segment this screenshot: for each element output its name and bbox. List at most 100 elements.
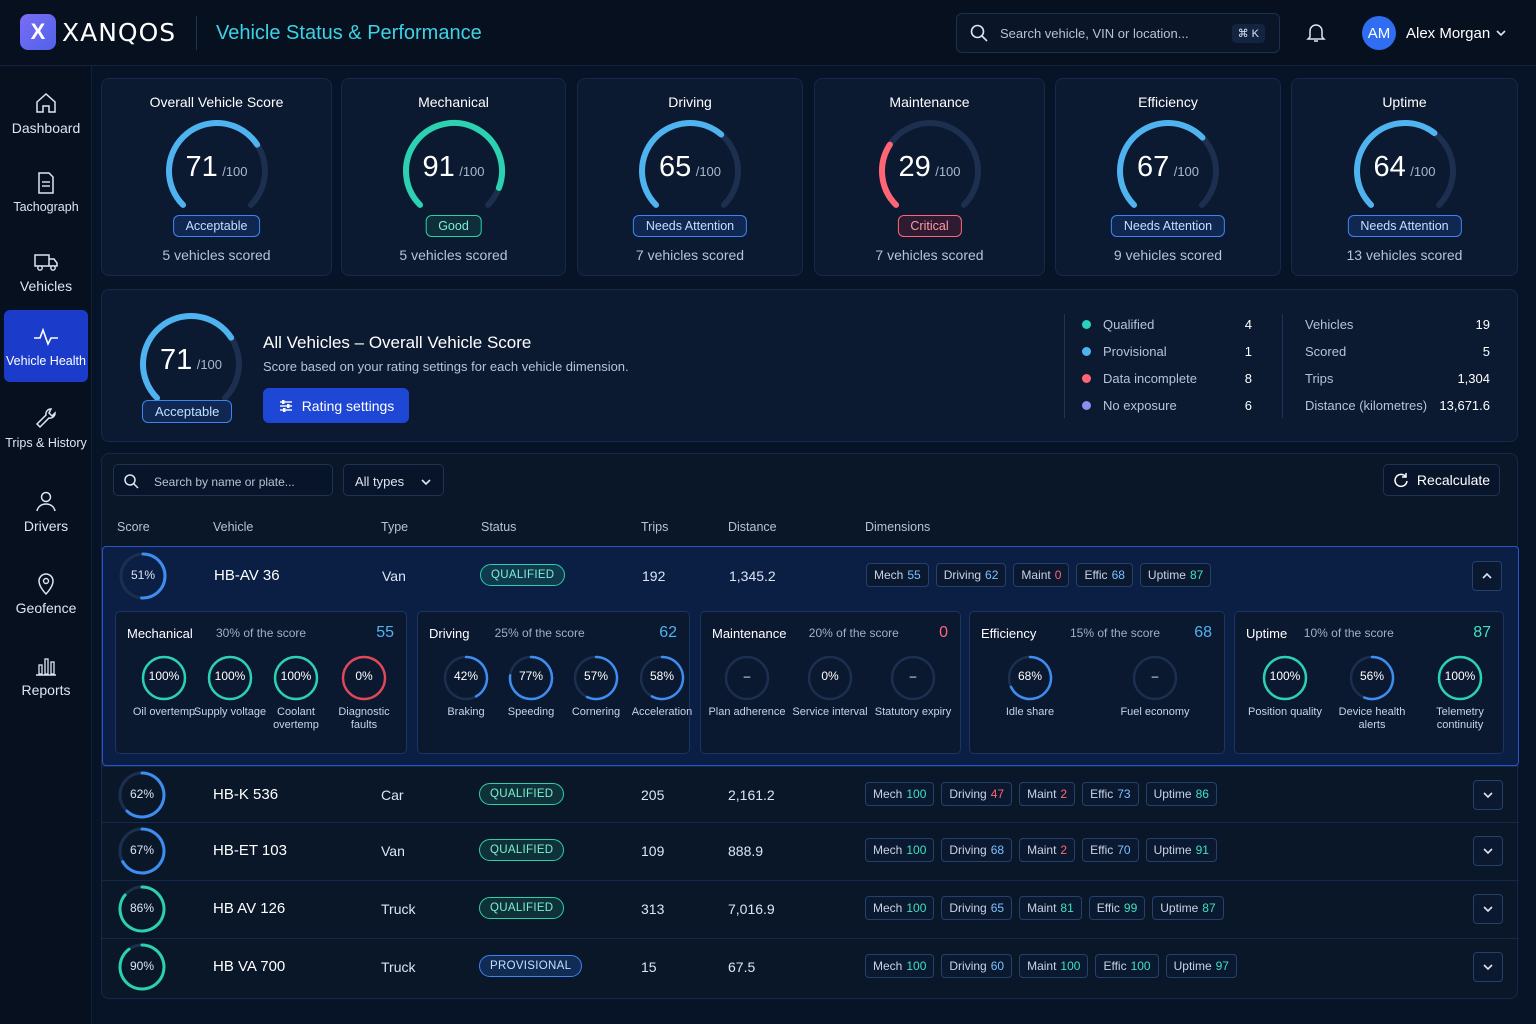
expand-row-button[interactable]	[1473, 894, 1503, 924]
sidebar-item-drivers[interactable]: Drivers	[4, 474, 88, 546]
stat-label: Trips	[1305, 371, 1334, 386]
vehicle-type: Car	[381, 787, 404, 803]
metric-value: –	[1151, 669, 1159, 683]
refresh-icon	[1394, 473, 1408, 488]
dimension-chip: Maint 81	[1019, 896, 1082, 920]
chevron-down-icon	[1483, 848, 1493, 855]
vehicle-name[interactable]: HB-K 536	[213, 786, 278, 803]
dimension-chip: Uptime 87	[1152, 896, 1224, 920]
bell-icon[interactable]	[1304, 20, 1328, 44]
user-name[interactable]: Alex Morgan	[1406, 25, 1490, 42]
search-shortcut: ⌘ K	[1231, 24, 1265, 43]
sidebar-item-label: Tachograph	[13, 200, 79, 214]
legend-dot	[1082, 374, 1091, 383]
sidebar-item-tachograph[interactable]: Tachograph	[4, 156, 88, 228]
status-badge: Needs Attention	[1110, 215, 1226, 237]
trips-value: 205	[641, 787, 665, 803]
kpi-subtitle: 9 vehicles scored	[1113, 247, 1223, 263]
avatar[interactable]: AM	[1362, 16, 1396, 50]
vehicle-name[interactable]: HB AV 126	[213, 900, 285, 917]
dimension-chip: Driving 47	[941, 782, 1013, 806]
vehicle-type: Truck	[381, 901, 416, 917]
dimension-detail-efficiency: Efficiency 15% of the score 68 68% Idle sh…	[969, 611, 1225, 754]
collapse-row-button[interactable]	[1472, 561, 1502, 591]
score-value: 62%	[129, 787, 155, 801]
type-filter-select[interactable]: All types	[343, 464, 444, 496]
dimension-chip: Maint 0	[1013, 563, 1070, 587]
detail-title: Uptime	[1246, 626, 1288, 641]
expand-row-button[interactable]	[1473, 836, 1503, 866]
table-row[interactable]: 62% HB-K 536 Car QUALIFIED 205 2,161.2 M…	[102, 766, 1519, 823]
column-header-trips[interactable]: Trips	[641, 520, 668, 534]
vehicle-type: Van	[382, 568, 406, 584]
stat-value: 5	[1482, 344, 1490, 359]
status-badge: Good	[425, 215, 482, 237]
kpi-card-efficiency[interactable]: Efficiency 67 /100 Needs Attention 9 veh…	[1055, 78, 1281, 276]
document-icon	[38, 172, 54, 194]
table-row[interactable]: 90% HB VA 700 Truck PROVISIONAL 15 67.5 …	[102, 938, 1519, 998]
vehicle-search-input[interactable]: Search by name or plate...	[113, 464, 333, 496]
dimension-chip: Uptime 97	[1165, 954, 1237, 978]
stat-label: Distance (kilometres)	[1305, 398, 1428, 413]
sidebar-item-label: Vehicle Health	[6, 354, 86, 368]
column-header-distance[interactable]: Distance	[728, 520, 777, 534]
sidebar-item-vehicle-health[interactable]: Vehicle Health	[4, 310, 88, 382]
dimension-chips: Mech 100 Driving 68 Maint 2 Effic 70 Uptime 91	[865, 838, 1217, 862]
metric-device-health-alerts: 56% Device health alerts	[1332, 654, 1412, 732]
metric-statutory-expiry: – Statutory expiry	[873, 654, 953, 719]
vehicle-name[interactable]: HB VA 700	[213, 958, 285, 975]
column-header-score[interactable]: Score	[117, 520, 150, 534]
expand-row-button[interactable]	[1473, 780, 1503, 810]
table-row[interactable]: 86% HB AV 126 Truck QUALIFIED 313 7,016.…	[102, 880, 1519, 938]
dimension-chip: Driving 62	[935, 563, 1007, 587]
detail-weight: 25% of the score	[494, 626, 585, 640]
metric-value: 56%	[1359, 669, 1385, 683]
vehicle-name[interactable]: HB-AV 36	[214, 567, 280, 584]
dimension-chip: Mech 100	[865, 782, 935, 806]
legend-item: No exposure 6	[1082, 398, 1252, 425]
column-header-dimensions[interactable]: Dimensions	[865, 520, 930, 534]
sidebar-item-vehicles[interactable]: Vehicles	[4, 234, 88, 306]
sidebar-item-geofence[interactable]: Geofence	[4, 556, 88, 628]
kpi-card-mechanical[interactable]: Mechanical 91 /100 Good 5 vehicles score…	[341, 78, 566, 276]
kpi-card-driving[interactable]: Driving 65 /100 Needs Attention 7 vehicl…	[577, 78, 803, 276]
chevron-down-icon[interactable]	[1494, 26, 1508, 40]
global-search-input[interactable]: Search vehicle, VIN or location... ⌘ K	[956, 13, 1280, 53]
sidebar-item-dashboard[interactable]: Dashboard	[4, 76, 88, 148]
column-header-vehicle[interactable]: Vehicle	[213, 520, 253, 534]
status-badge: QUALIFIED	[480, 564, 566, 586]
detail-score: 0	[939, 624, 948, 641]
kpi-subtitle: 13 vehicles scored	[1346, 247, 1463, 263]
column-header-status[interactable]: Status	[481, 520, 516, 534]
column-header-type[interactable]: Type	[381, 520, 408, 534]
dimension-chip: Uptime 86	[1145, 782, 1217, 806]
sidebar-item-label: Drivers	[23, 518, 69, 534]
kpi-card-maintenance[interactable]: Maintenance 29 /100 Critical 7 vehicles …	[814, 78, 1045, 276]
vehicle-name[interactable]: HB-ET 103	[213, 842, 287, 859]
stat-label: Vehicles	[1305, 317, 1354, 332]
recalculate-button[interactable]: Recalculate	[1383, 464, 1500, 496]
sidebar-item-reports[interactable]: Reports	[4, 638, 88, 710]
dimension-chip: Maint 2	[1019, 782, 1076, 806]
metric-label: Position quality	[1248, 706, 1322, 718]
score-gauge	[639, 120, 741, 208]
metric-diagnostic-faults: 0% Diagnostic faults	[324, 654, 404, 732]
legend-item: Qualified 4	[1082, 317, 1252, 344]
score-gauge	[878, 120, 981, 208]
dimension-chips: Mech 100 Driving 65 Maint 81 Effic 99 Uptime 87	[865, 896, 1224, 920]
kpi-card-overall-vehicle-score[interactable]: Overall Vehicle Score 71 /100 Acceptable…	[101, 78, 332, 276]
kpi-title: Uptime	[1382, 94, 1427, 110]
rating-settings-button[interactable]: Rating settings	[263, 388, 409, 423]
detail-title: Maintenance	[712, 626, 787, 641]
header-divider	[196, 16, 197, 50]
bar-chart-icon	[36, 658, 56, 676]
kpi-card-uptime[interactable]: Uptime 64 /100 Needs Attention 13 vehicl…	[1291, 78, 1518, 276]
table-row[interactable]: 67% HB-ET 103 Van QUALIFIED 109 888.9 Me…	[102, 822, 1519, 879]
sidebar-item-label: Geofence	[15, 600, 77, 616]
metric-value: 100%	[1444, 669, 1476, 683]
metric-idle-share: 68% Idle share	[990, 654, 1070, 719]
expand-row-button[interactable]	[1473, 952, 1503, 982]
legend-item: Data incomplete 8	[1082, 371, 1252, 398]
metric-fuel-economy: – Fuel economy	[1115, 654, 1195, 719]
sidebar-item-trips-history[interactable]: Trips & History	[4, 392, 88, 464]
